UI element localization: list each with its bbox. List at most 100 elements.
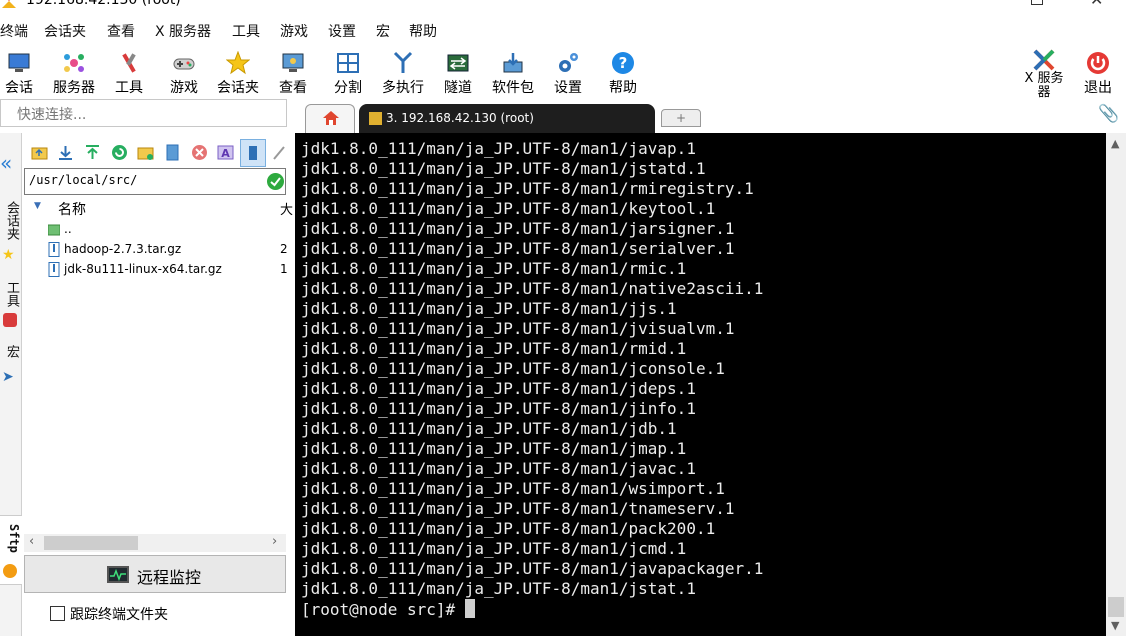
archive-file-icon bbox=[48, 262, 60, 277]
session-button[interactable]: 会话 bbox=[0, 48, 49, 96]
send-icon: ➤ bbox=[2, 369, 14, 385]
terminal-line: jdk1.8.0_111/man/ja_JP.UTF-8/man1/jinfo.… bbox=[301, 399, 696, 418]
star-icon bbox=[226, 51, 250, 75]
terminal-line: jdk1.8.0_111/man/ja_JP.UTF-8/man1/javap.… bbox=[301, 139, 696, 158]
refresh-icon[interactable] bbox=[111, 144, 128, 161]
svg-text:A: A bbox=[221, 147, 230, 160]
ssh-session-icon bbox=[369, 112, 382, 125]
new-tab-button[interactable]: + bbox=[661, 109, 701, 127]
collapse-sidebar-icon[interactable]: « bbox=[0, 151, 12, 175]
menu-tools[interactable]: 工具 bbox=[232, 20, 260, 44]
maximize-button[interactable] bbox=[1031, 0, 1043, 5]
terminal-view-toggle[interactable] bbox=[240, 139, 266, 167]
menu-macros[interactable]: 宏 bbox=[376, 20, 390, 44]
archive-file-icon bbox=[48, 242, 60, 257]
scrollbar-thumb[interactable] bbox=[44, 536, 138, 550]
mobaxterm-app-icon bbox=[2, 0, 16, 8]
sftp-path-input[interactable]: /usr/local/src/ bbox=[24, 168, 286, 195]
edit-icon[interactable] bbox=[272, 144, 286, 161]
exit-button[interactable]: 退出 bbox=[1068, 48, 1126, 96]
multiexec-button[interactable]: 多执行 bbox=[373, 48, 433, 96]
terminal-prompt: [root@node src]# bbox=[301, 600, 465, 619]
delete-icon[interactable] bbox=[191, 144, 208, 161]
xserver-icon bbox=[1033, 49, 1055, 71]
plus-icon: + bbox=[675, 111, 687, 125]
tools-button[interactable]: 工具 bbox=[99, 48, 159, 96]
menu-settings[interactable]: 设置 bbox=[328, 20, 356, 44]
scroll-right-icon[interactable]: › bbox=[272, 534, 277, 549]
window-title: 192.168.42.130 (root) bbox=[26, 0, 181, 8]
paperclip-icon[interactable]: 📎 bbox=[1098, 104, 1119, 124]
scroll-down-icon[interactable]: ▼ bbox=[1111, 619, 1119, 632]
terminal-line: jdk1.8.0_111/man/ja_JP.UTF-8/man1/jmap.1 bbox=[301, 439, 687, 458]
servers-button[interactable]: 服务器 bbox=[44, 48, 104, 96]
session-icon bbox=[8, 53, 30, 72]
file-list-horizontal-scrollbar[interactable]: ‹ › bbox=[24, 534, 286, 552]
rename-icon[interactable]: A bbox=[217, 144, 234, 161]
home-tab[interactable] bbox=[305, 104, 355, 133]
file-name: hadoop-2.7.3.tar.gz bbox=[64, 242, 182, 256]
home-icon bbox=[323, 111, 339, 125]
file-row[interactable]: .. bbox=[48, 220, 288, 240]
packages-button[interactable]: 软件包 bbox=[483, 48, 543, 96]
rail-tab-tools[interactable]: 工具 bbox=[1, 281, 21, 307]
file-row[interactable]: jdk-8u111-linux-x64.tar.gz 1 bbox=[48, 260, 288, 280]
help-button[interactable]: ? 帮助 bbox=[593, 48, 653, 96]
xserver-button[interactable]: X 服务 器 bbox=[1014, 48, 1074, 100]
sort-arrow-icon[interactable]: ▼ bbox=[34, 201, 41, 211]
column-name-header[interactable]: 名称 bbox=[58, 199, 86, 219]
confirm-path-icon[interactable] bbox=[267, 173, 284, 190]
terminal-line: jdk1.8.0_111/man/ja_JP.UTF-8/man1/jcmd.1 bbox=[301, 539, 687, 558]
scroll-left-icon[interactable]: ‹ bbox=[29, 534, 34, 549]
terminal-cursor bbox=[464, 599, 475, 618]
close-window-button[interactable]: ✕ bbox=[1090, 0, 1103, 9]
remote-monitoring-button[interactable]: 远程监控 bbox=[24, 555, 286, 593]
menu-help[interactable]: 帮助 bbox=[409, 20, 437, 44]
power-icon bbox=[1087, 52, 1109, 74]
menu-games[interactable]: 游戏 bbox=[280, 20, 308, 44]
menu-xserver[interactable]: X 服务器 bbox=[155, 20, 211, 44]
rail-tab-macros[interactable]: 宏 bbox=[1, 345, 21, 358]
settings-button[interactable]: 设置 bbox=[538, 48, 598, 96]
folder-up-icon[interactable] bbox=[31, 144, 48, 161]
active-session-tab-label: 3. 192.168.42.130 (root) bbox=[386, 111, 534, 125]
scrollbar-thumb[interactable] bbox=[1108, 597, 1124, 617]
terminal-line: jdk1.8.0_111/man/ja_JP.UTF-8/man1/jvisua… bbox=[301, 319, 735, 338]
menu-bookmarks[interactable]: 会话夹 bbox=[44, 20, 86, 44]
session-tab-bar: 3. 192.168.42.130 (root) + 📎 bbox=[295, 102, 1126, 133]
download-icon[interactable] bbox=[57, 144, 74, 161]
tunnel-button[interactable]: 隧道 bbox=[428, 48, 488, 96]
new-folder-icon[interactable] bbox=[137, 144, 154, 161]
star-icon: ★ bbox=[2, 247, 15, 263]
follow-terminal-checkbox[interactable] bbox=[50, 606, 65, 621]
tools-icon bbox=[3, 313, 17, 327]
remote-monitoring-label: 远程监控 bbox=[137, 568, 202, 587]
help-icon: ? bbox=[612, 52, 634, 74]
servers-icon bbox=[64, 54, 84, 72]
menu-view[interactable]: 查看 bbox=[107, 20, 135, 44]
rail-tab-sftp[interactable]: Sftp bbox=[0, 515, 22, 585]
terminal-output[interactable]: jdk1.8.0_111/man/ja_JP.UTF-8/man1/javap.… bbox=[295, 133, 1106, 636]
multiexec-icon bbox=[393, 51, 413, 73]
terminal-vertical-scrollbar[interactable]: ▲ ▼ bbox=[1106, 133, 1126, 636]
view-button[interactable]: 查看 bbox=[263, 48, 323, 96]
title-bar: 192.168.42.130 (root) ✕ bbox=[0, 0, 1126, 12]
menu-terminal[interactable]: 终端 bbox=[0, 20, 28, 44]
split-button[interactable]: 分割 bbox=[318, 48, 378, 96]
file-list-header: ▼ 名称 大 bbox=[24, 196, 293, 219]
scroll-up-icon[interactable]: ▲ bbox=[1111, 137, 1119, 150]
rail-tab-bookmarks[interactable]: 会话夹 bbox=[1, 201, 21, 240]
terminal-line: jdk1.8.0_111/man/ja_JP.UTF-8/man1/jjs.1 bbox=[301, 299, 677, 318]
sftp-file-list: ▼ 名称 大 .. hadoop-2.7.3.tar.gz 2 jdk-8u11… bbox=[24, 196, 293, 534]
new-file-icon[interactable] bbox=[164, 144, 181, 161]
terminal-prompt-line[interactable]: [root@node src]# bbox=[301, 599, 475, 619]
active-session-tab[interactable]: 3. 192.168.42.130 (root) bbox=[359, 104, 655, 133]
upload-icon[interactable] bbox=[84, 144, 101, 161]
bookmarks-button[interactable]: 会话夹 bbox=[208, 48, 268, 96]
file-row[interactable]: hadoop-2.7.3.tar.gz 2 bbox=[48, 240, 288, 260]
terminal-line: jdk1.8.0_111/man/ja_JP.UTF-8/man1/jconso… bbox=[301, 359, 725, 378]
games-button[interactable]: 游戏 bbox=[154, 48, 214, 96]
quick-connect-input[interactable]: 快速连接... bbox=[0, 99, 287, 127]
terminal-line: jdk1.8.0_111/man/ja_JP.UTF-8/man1/jarsig… bbox=[301, 219, 735, 238]
column-size-header[interactable]: 大 bbox=[280, 199, 293, 218]
